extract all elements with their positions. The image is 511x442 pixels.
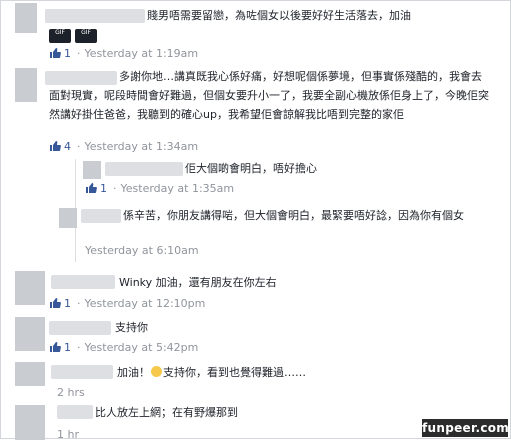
reply-text: 係辛苦，你朋友講得啱，但大個會明白，最緊要唔好諗，因為你有個女 <box>123 209 464 222</box>
comment-text: 加油！ 支持你，看到也覺得難過…… <box>117 366 306 379</box>
smile-emoji-icon <box>151 366 162 377</box>
timestamp[interactable]: 2 hrs <box>57 386 85 399</box>
like-count[interactable]: 1 <box>64 47 71 60</box>
gif-sticker-icon[interactable]: GIF <box>49 29 71 43</box>
comment-meta: 2 hrs <box>57 386 85 400</box>
like-thumb-icon[interactable] <box>49 47 61 59</box>
avatar[interactable] <box>15 271 45 305</box>
comment-thread: 賤男唔需要留戀，為咗個女以後要好好生活落去，加油 GIF GIF 1 · Yeste… <box>0 0 511 442</box>
comment-text: 比人放左上網；在有野爆那到 <box>95 406 238 419</box>
comment-text: 支持你 <box>115 321 148 334</box>
avatar[interactable] <box>59 208 77 228</box>
comment-text: 賤男唔需要留戀，為咗個女以後要好好生活落去，加油 <box>147 9 411 22</box>
avatar[interactable] <box>15 3 37 33</box>
gif-sticker-icon[interactable]: GIF <box>75 29 97 43</box>
timestamp[interactable]: Yesterday at 5:42pm <box>85 341 199 354</box>
blurred-username[interactable] <box>51 275 115 289</box>
comment-meta: 1 hr <box>57 428 79 442</box>
avatar[interactable] <box>15 362 45 386</box>
site-watermark: funpeer.com <box>422 419 510 437</box>
blurred-username[interactable] <box>45 9 145 23</box>
comment-meta: 1 · Yesterday at 1:19am <box>49 47 198 61</box>
like-thumb-icon[interactable] <box>49 341 61 353</box>
avatar[interactable] <box>15 405 45 440</box>
blurred-username[interactable] <box>49 321 111 335</box>
like-thumb-icon[interactable] <box>49 297 61 309</box>
comment-meta: 1 · Yesterday at 5:42pm <box>49 341 198 355</box>
comment-text: Winky 加油，還有朋友在你左右 <box>119 276 277 289</box>
like-count[interactable]: 1 <box>64 297 71 310</box>
avatar[interactable] <box>83 161 101 179</box>
comment-text: 多謝你地…講真既我心係好痛，好想呢個係夢境，但事實係殘酷的，我會去面對現實，呢段… <box>49 70 489 121</box>
comment-meta: 4 · Yesterday at 1:34am <box>49 140 198 154</box>
timestamp[interactable]: Yesterday at 1:19am <box>85 47 199 60</box>
reply-text: 佢大個啲會明白，唔好擔心 <box>185 162 317 175</box>
avatar[interactable] <box>15 317 45 351</box>
like-count[interactable]: 4 <box>64 140 71 153</box>
timestamp[interactable]: 1 hr <box>57 428 79 441</box>
blurred-username[interactable] <box>57 405 93 419</box>
like-count[interactable]: 1 <box>64 341 71 354</box>
blurred-username[interactable] <box>51 365 113 379</box>
reply-meta: 1 · Yesterday at 1:35am <box>85 182 234 196</box>
avatar[interactable] <box>15 68 37 102</box>
timestamp[interactable]: Yesterday at 1:34am <box>85 140 199 153</box>
reply-meta: Yesterday at 6:10am <box>85 244 199 258</box>
blurred-username[interactable] <box>105 162 183 176</box>
timestamp[interactable]: Yesterday at 1:35am <box>121 182 235 195</box>
comment-meta: 1 · Yesterday at 12:10pm <box>49 297 205 311</box>
timestamp[interactable]: Yesterday at 6:10am <box>85 244 199 257</box>
like-count[interactable]: 1 <box>100 182 107 195</box>
timestamp[interactable]: Yesterday at 12:10pm <box>85 297 206 310</box>
like-thumb-icon[interactable] <box>49 140 61 152</box>
like-thumb-icon[interactable] <box>85 182 97 194</box>
